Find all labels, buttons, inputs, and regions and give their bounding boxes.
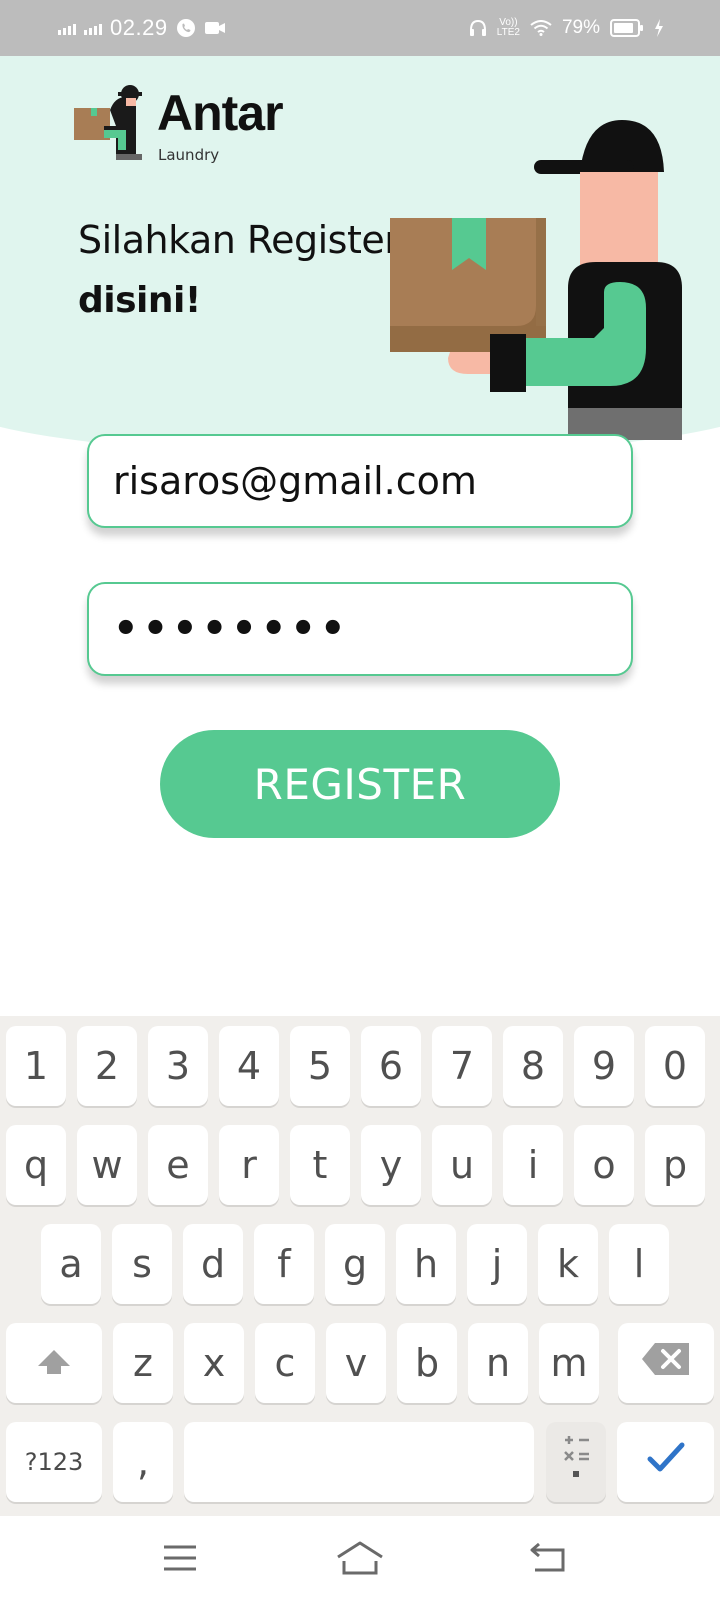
key-g[interactable]: g (325, 1224, 385, 1304)
key-y[interactable]: y (361, 1125, 421, 1205)
key-v[interactable]: v (326, 1323, 386, 1403)
key-j[interactable]: j (467, 1224, 527, 1304)
key-9[interactable]: 9 (574, 1026, 634, 1106)
key-n[interactable]: n (468, 1323, 528, 1403)
status-left: 02.29 (58, 0, 226, 56)
greeting-line-1: Silahkan Register, (78, 218, 411, 262)
charging-icon (654, 19, 664, 37)
greeting-line-2: disini! (78, 280, 201, 321)
key-t[interactable]: t (290, 1125, 350, 1205)
register-screen: 02.29 Vo)) LTE2 79% Antar Laundry Silahk… (0, 0, 720, 1600)
wifi-icon (530, 20, 552, 36)
password-field[interactable] (87, 582, 633, 676)
key-l[interactable]: l (609, 1224, 669, 1304)
email-input[interactable] (113, 459, 631, 503)
key-h[interactable]: h (396, 1224, 456, 1304)
checkmark-icon (646, 1440, 686, 1484)
key-0[interactable]: 0 (645, 1026, 705, 1106)
video-icon (204, 20, 226, 36)
key-2[interactable]: 2 (77, 1026, 137, 1106)
status-time: 02.29 (110, 15, 168, 40)
keyboard-number-row: 1234567890 (0, 1026, 720, 1106)
key-z[interactable]: z (113, 1323, 173, 1403)
key-s[interactable]: s (112, 1224, 172, 1304)
key-u[interactable]: u (432, 1125, 492, 1205)
key-x[interactable]: x (184, 1323, 244, 1403)
symbols-key[interactable]: ?123 (6, 1422, 102, 1502)
number-pad-key[interactable] (546, 1422, 606, 1502)
shift-key[interactable] (6, 1323, 102, 1403)
key-r[interactable]: r (219, 1125, 279, 1205)
navigation-bar (0, 1516, 720, 1600)
battery-icon (610, 19, 644, 37)
key-i[interactable]: i (503, 1125, 563, 1205)
key-k[interactable]: k (538, 1224, 598, 1304)
comma-key[interactable]: , (113, 1422, 173, 1502)
key-4[interactable]: 4 (219, 1026, 279, 1106)
key-5[interactable]: 5 (290, 1026, 350, 1106)
keyboard-bottom-row: zxcvbnm (0, 1323, 720, 1403)
keyboard-function-row: ?123 , (0, 1422, 720, 1502)
volte-icon: Vo)) LTE2 (496, 17, 520, 38)
app-logo-subtitle: Laundry (158, 146, 220, 164)
email-field[interactable] (87, 434, 633, 528)
headphones-icon (469, 19, 487, 37)
register-button[interactable]: REGISTER (160, 730, 560, 838)
whatsapp-call-icon (176, 18, 196, 38)
signal-icon (84, 21, 102, 35)
space-key[interactable] (184, 1422, 534, 1502)
status-bar: 02.29 Vo)) LTE2 79% (0, 0, 720, 56)
key-e[interactable]: e (148, 1125, 208, 1205)
menu-icon[interactable] (156, 1536, 204, 1580)
app-logo-icon (74, 84, 150, 170)
back-icon[interactable] (524, 1536, 572, 1580)
app-logo-name: Antar (157, 85, 284, 141)
key-6[interactable]: 6 (361, 1026, 421, 1106)
home-icon[interactable] (336, 1536, 384, 1580)
courier-illustration (390, 112, 720, 456)
enter-key[interactable] (617, 1422, 714, 1502)
key-3[interactable]: 3 (148, 1026, 208, 1106)
key-b[interactable]: b (397, 1323, 457, 1403)
key-a[interactable]: a (41, 1224, 101, 1304)
key-c[interactable]: c (255, 1323, 315, 1403)
shift-icon (36, 1341, 72, 1385)
key-f[interactable]: f (254, 1224, 314, 1304)
backspace-icon (641, 1341, 691, 1385)
key-8[interactable]: 8 (503, 1026, 563, 1106)
keyboard-middle-row: asdfghjkl (0, 1224, 720, 1304)
key-7[interactable]: 7 (432, 1026, 492, 1106)
keyboard-top-row: qwertyuiop (0, 1125, 720, 1205)
key-1[interactable]: 1 (6, 1026, 66, 1106)
password-input[interactable] (113, 606, 631, 652)
backspace-key[interactable] (618, 1323, 714, 1403)
on-screen-keyboard: 1234567890 qwertyuiop asdfghjkl zxcvbnm … (0, 1016, 720, 1516)
battery-percent: 79% (561, 17, 600, 38)
key-d[interactable]: d (183, 1224, 243, 1304)
key-q[interactable]: q (6, 1125, 66, 1205)
key-m[interactable]: m (539, 1323, 599, 1403)
key-o[interactable]: o (574, 1125, 634, 1205)
calculator-icon (559, 1433, 593, 1492)
status-right: Vo)) LTE2 79% (469, 0, 664, 56)
signal-icon (58, 21, 76, 35)
key-p[interactable]: p (645, 1125, 705, 1205)
key-w[interactable]: w (77, 1125, 137, 1205)
